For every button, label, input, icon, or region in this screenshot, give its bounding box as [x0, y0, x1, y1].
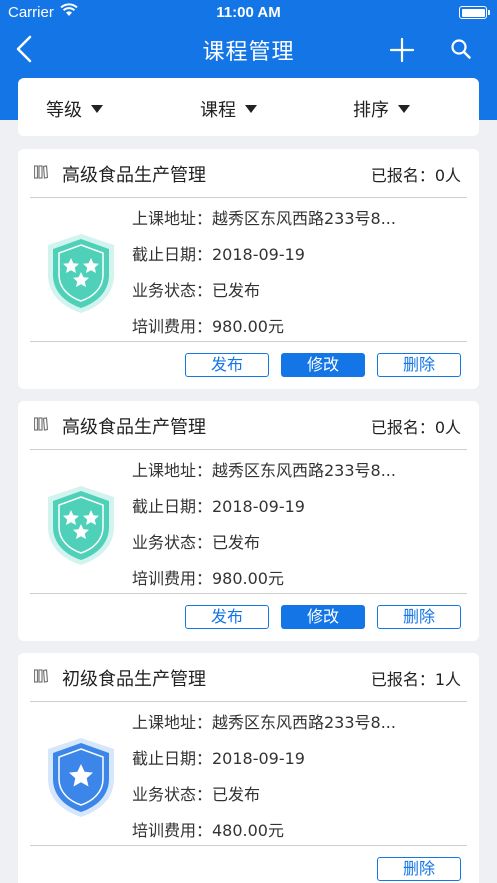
course-status: 业务状态：已发布: [132, 533, 261, 552]
course-title: 初级食品生产管理: [62, 669, 206, 690]
status-bar: Carrier 11:00 AM: [0, 0, 497, 26]
course-deadline: 截止日期：2018-09-19: [132, 749, 305, 768]
course-card[interactable]: 高级食品生产管理 已报名：0人 上课地址：越秀区东风西路233号8... 截止日…: [18, 401, 479, 641]
filter-level-label: 等级: [46, 100, 82, 121]
caret-down-icon: [245, 105, 257, 113]
filter-course-dropdown[interactable]: 课程: [200, 96, 257, 122]
course-address: 上课地址：越秀区东风西路233号8...: [132, 461, 396, 480]
course-address: 上课地址：越秀区东风西路233号8...: [132, 713, 396, 732]
enrolled-count: 已报名：0人: [370, 166, 461, 185]
three-star-shield-icon: [48, 486, 114, 565]
course-status: 业务状态：已发布: [132, 785, 261, 804]
publish-button[interactable]: 发布: [185, 605, 269, 629]
course-deadline: 截止日期：2018-09-19: [132, 245, 305, 264]
enrolled-count: 已报名：0人: [370, 418, 461, 437]
edit-button[interactable]: 修改: [281, 353, 365, 377]
three-star-shield-icon: [48, 234, 114, 313]
divider: [30, 449, 467, 450]
course-fee: 培训费用：980.00元: [132, 569, 284, 588]
delete-button[interactable]: 删除: [377, 857, 461, 881]
one-star-shield-icon: [48, 738, 114, 817]
course-fee: 培训费用：980.00元: [132, 317, 284, 336]
delete-button[interactable]: 删除: [377, 353, 461, 377]
filter-course-label: 课程: [200, 100, 236, 121]
edit-button[interactable]: 修改: [281, 605, 365, 629]
filter-sort-label: 排序: [353, 100, 389, 121]
course-card-header: 高级食品生产管理 已报名：0人: [18, 401, 479, 449]
book-icon: [34, 165, 48, 179]
course-card[interactable]: 初级食品生产管理 已报名：1人 上课地址：越秀区东风西路233号8... 截止日…: [18, 653, 479, 883]
add-icon[interactable]: [386, 34, 418, 66]
course-card[interactable]: 高级食品生产管理 已报名：0人 上课地址：越秀区东风西路233号8... 截止日…: [18, 149, 479, 389]
page-title: 课程管理: [202, 40, 295, 65]
divider: [30, 197, 467, 198]
course-title: 高级食品生产管理: [62, 165, 206, 186]
course-card-header: 初级食品生产管理 已报名：1人: [18, 653, 479, 701]
course-address: 上课地址：越秀区东风西路233号8...: [132, 209, 396, 228]
filter-bar: 等级 课程 排序: [18, 78, 479, 136]
caret-down-icon: [91, 105, 103, 113]
course-fee: 培训费用：480.00元: [132, 821, 284, 840]
course-deadline: 截止日期：2018-09-19: [132, 497, 305, 516]
book-icon: [34, 417, 48, 431]
enrolled-count: 已报名：1人: [370, 670, 461, 689]
book-icon: [34, 669, 48, 683]
course-status: 业务状态：已发布: [132, 281, 261, 300]
course-card-header: 高级食品生产管理 已报名：0人: [18, 149, 479, 197]
filter-level-dropdown[interactable]: 等级: [46, 96, 103, 122]
divider: [30, 593, 467, 594]
delete-button[interactable]: 删除: [377, 605, 461, 629]
publish-button[interactable]: 发布: [185, 353, 269, 377]
divider: [30, 701, 467, 702]
course-title: 高级食品生产管理: [62, 417, 206, 438]
navigation-bar: 课程管理: [0, 26, 497, 72]
caret-down-icon: [398, 105, 410, 113]
filter-sort-dropdown[interactable]: 排序: [353, 96, 410, 122]
divider: [30, 845, 467, 846]
divider: [30, 341, 467, 342]
search-icon[interactable]: [448, 36, 474, 62]
battery-icon: [459, 6, 490, 19]
clock: 11:00 AM: [216, 4, 281, 21]
